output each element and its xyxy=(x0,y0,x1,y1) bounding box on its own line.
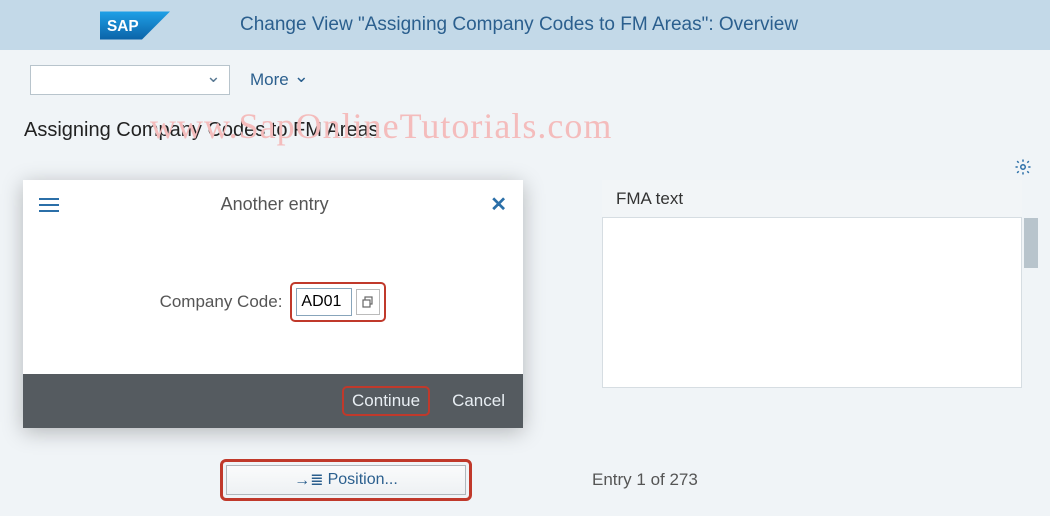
gear-icon[interactable] xyxy=(1014,158,1032,181)
company-code-input[interactable] xyxy=(296,288,352,316)
dialog-body: Company Code: xyxy=(23,229,523,374)
cancel-button[interactable]: Cancel xyxy=(452,391,505,411)
dialog-header: Another entry ✕ xyxy=(23,180,523,229)
continue-highlight: Continue xyxy=(342,386,430,416)
close-icon[interactable]: ✕ xyxy=(490,192,507,217)
scrollbar[interactable] xyxy=(1024,218,1038,268)
value-help-icon[interactable] xyxy=(356,289,380,315)
position-label: Position... xyxy=(328,471,398,489)
position-button[interactable]: →≣ Position... xyxy=(226,465,466,495)
menu-icon[interactable] xyxy=(39,198,59,212)
continue-button[interactable]: Continue xyxy=(352,391,420,411)
bottom-bar: →≣ Position... Entry 1 of 273 xyxy=(0,459,1050,501)
another-entry-dialog: Another entry ✕ Company Code: Continue C… xyxy=(23,180,523,428)
chevron-down-icon xyxy=(294,70,309,91)
company-code-label: Company Code: xyxy=(160,292,283,312)
app-header: SAP Change View "Assigning Company Codes… xyxy=(0,0,1050,50)
field-highlight xyxy=(290,282,386,322)
more-label: More xyxy=(250,70,289,90)
dialog-title: Another entry xyxy=(59,194,490,215)
table-cell-area[interactable] xyxy=(602,218,1022,388)
page-title: Change View "Assigning Company Codes to … xyxy=(240,14,798,36)
chevron-down-icon xyxy=(206,70,221,91)
dialog-footer: Continue Cancel xyxy=(23,374,523,428)
more-menu[interactable]: More xyxy=(250,70,309,91)
position-highlight: →≣ Position... xyxy=(220,459,472,501)
toolbar: More xyxy=(0,50,1050,105)
svg-text:SAP: SAP xyxy=(107,18,139,35)
action-dropdown[interactable] xyxy=(30,65,230,95)
entry-count: Entry 1 of 273 xyxy=(592,470,698,490)
sap-logo: SAP xyxy=(100,8,170,43)
column-header-fma-text[interactable]: FMA text xyxy=(602,180,1022,218)
watermark-text: www.SapOnlineTutorials.com xyxy=(150,105,612,147)
position-arrow-icon: →≣ xyxy=(294,470,323,490)
